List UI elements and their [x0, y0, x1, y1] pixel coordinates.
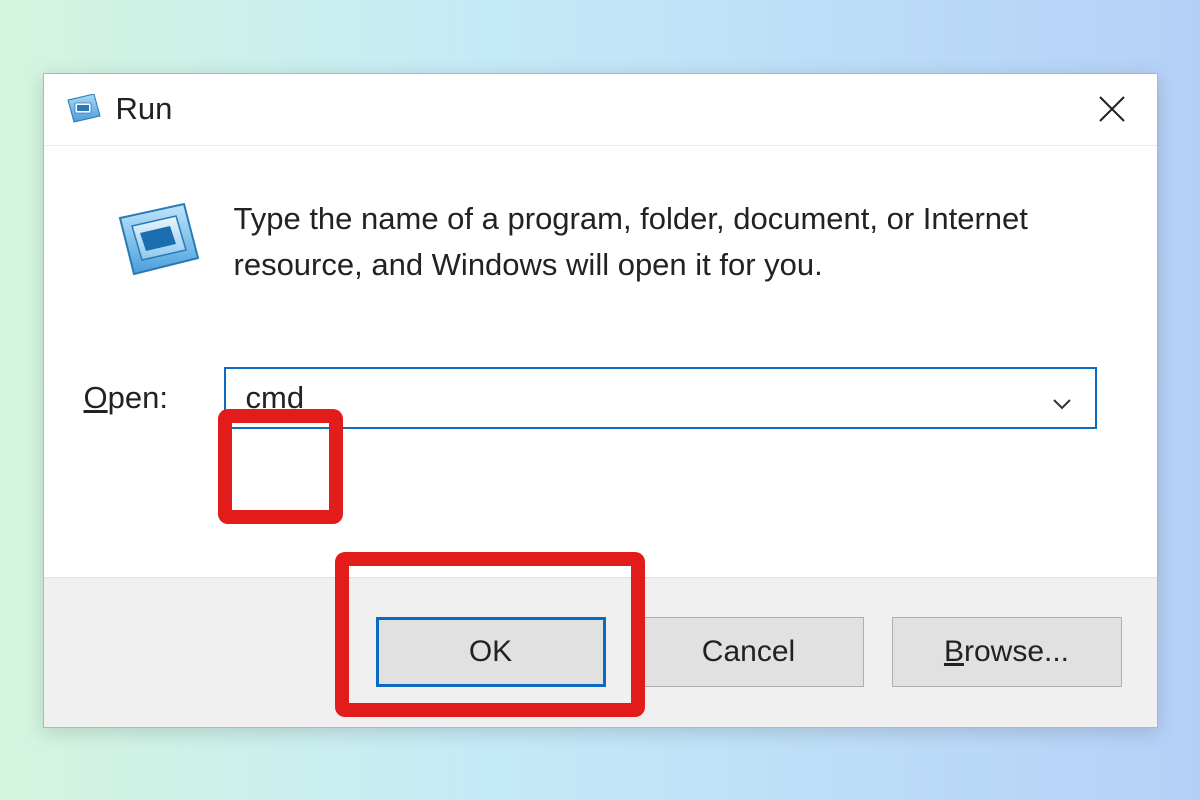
browse-button[interactable]: Browse... — [892, 617, 1122, 687]
close-icon — [1096, 93, 1128, 125]
close-button[interactable] — [1077, 74, 1147, 144]
cancel-button[interactable]: Cancel — [634, 617, 864, 687]
run-large-icon — [114, 200, 204, 280]
open-combobox[interactable]: cmd — [224, 367, 1097, 429]
chevron-down-icon[interactable] — [1051, 387, 1073, 409]
button-bar: OK Cancel Browse... — [44, 577, 1157, 727]
browse-button-label: Browse... — [944, 635, 1069, 669]
description-text: Type the name of a program, folder, docu… — [234, 196, 1114, 289]
ok-button[interactable]: OK — [376, 617, 606, 687]
run-title-icon — [66, 94, 102, 124]
dialog-content: Type the name of a program, folder, docu… — [44, 146, 1157, 577]
dialog-title: Run — [116, 91, 173, 127]
description-row: Type the name of a program, folder, docu… — [84, 196, 1117, 289]
open-label: Open: — [84, 380, 224, 416]
open-input-value: cmd — [246, 380, 305, 416]
open-row: Open: cmd — [84, 367, 1117, 429]
titlebar: Run — [44, 74, 1157, 146]
ok-button-label: OK — [469, 635, 512, 669]
run-dialog: Run — [43, 73, 1158, 728]
cancel-button-label: Cancel — [702, 635, 795, 669]
